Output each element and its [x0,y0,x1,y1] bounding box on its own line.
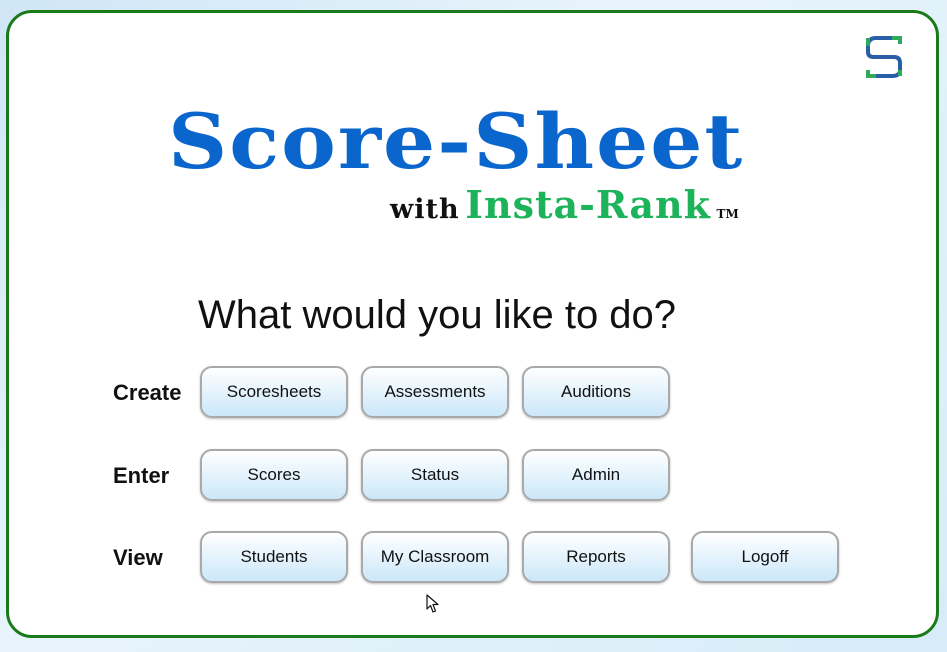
trademark-mark: TM [716,207,739,221]
row-label-create: Create [113,380,182,405]
status-button[interactable]: Status [361,449,509,501]
scores-button[interactable]: Scores [200,449,348,501]
row-label-view: View [113,545,163,570]
auditions-button[interactable]: Auditions [522,366,670,418]
students-button[interactable]: Students [200,531,348,583]
app-title: Score-Sheet [168,98,745,187]
page-question: What would you like to do? [198,293,677,337]
subtitle-with: with [390,194,460,225]
logoff-button[interactable]: Logoff [691,531,839,583]
assessments-button[interactable]: Assessments [361,366,509,418]
admin-button[interactable]: Admin [522,449,670,501]
app-subtitle: with Insta-Rank TM [390,182,739,227]
scoresheets-button[interactable]: Scoresheets [200,366,348,418]
subtitle-brand: Insta-Rank [465,182,711,227]
mouse-pointer-icon [426,594,439,613]
reports-button[interactable]: Reports [522,531,670,583]
my-classroom-button[interactable]: My Classroom [361,531,509,583]
row-label-enter: Enter [113,463,170,488]
score-sheet-logo-icon [866,36,902,78]
